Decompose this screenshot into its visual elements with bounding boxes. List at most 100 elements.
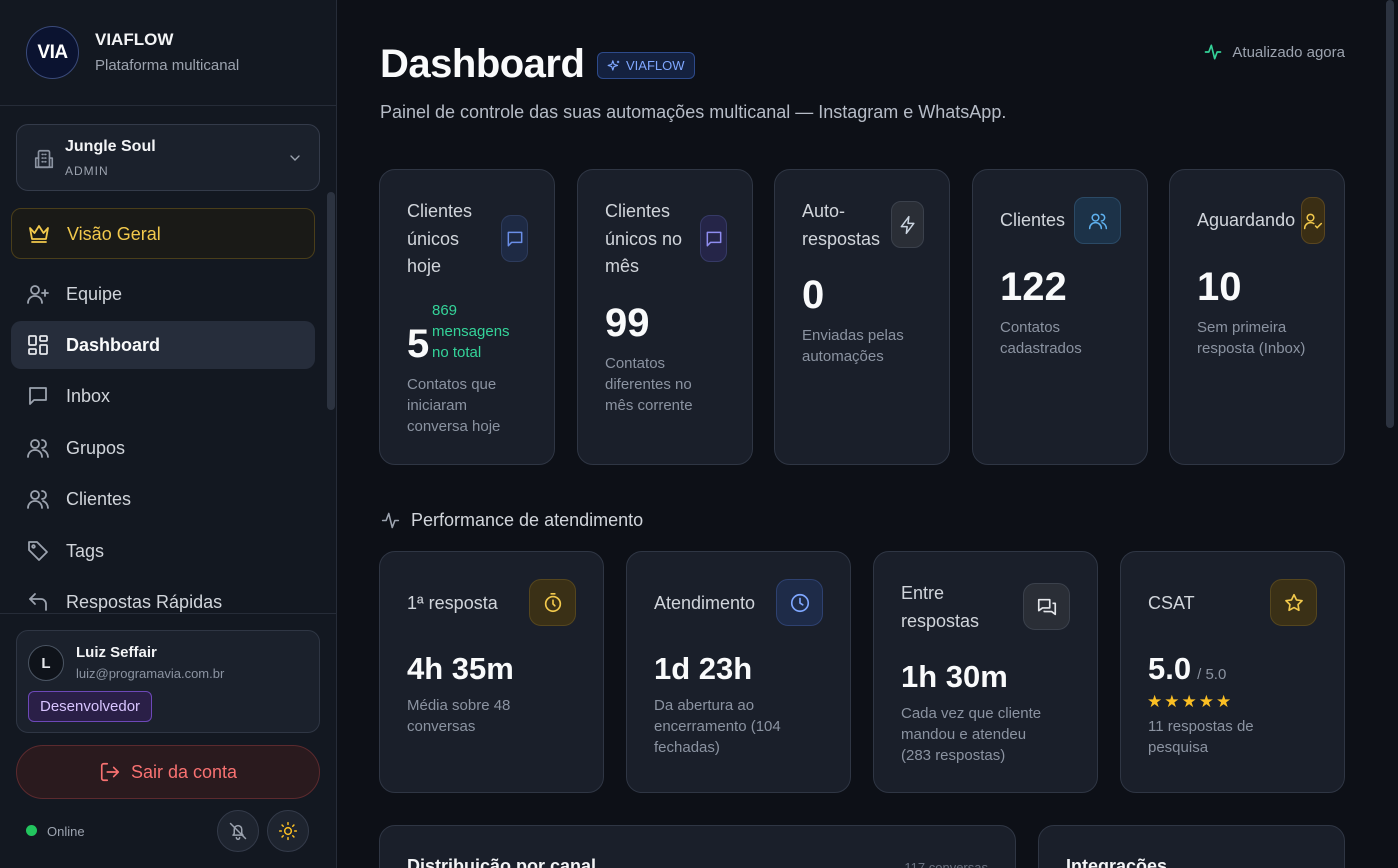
perf-description: Da abertura ao encerramento (104 fechada… (654, 695, 781, 758)
sidebar-item-overview[interactable]: Visão Geral (11, 208, 315, 259)
stat-extra: 869 mensagens no total (432, 300, 510, 363)
updated-status: Atualizado agora (1203, 42, 1345, 62)
stat-label-line: Aguardando (1197, 210, 1296, 230)
message-icon (501, 215, 528, 262)
distribution-title: Distribuição por canal (407, 856, 597, 868)
workspace-selector[interactable]: Jungle Soul ADMIN (16, 124, 320, 191)
activity-icon (1205, 44, 1222, 60)
perf-desc-line: pesquisa (1148, 739, 1209, 756)
sidebar-item-label: Inbox (66, 386, 111, 406)
stat-label-line: únicos (407, 228, 460, 249)
brand-header: VIA VIAFLOW Plataforma multicanal (0, 0, 336, 106)
sidebar-item-inbox[interactable]: Inbox (11, 372, 315, 420)
sidebar-item-dashboard[interactable]: Dashboard (11, 321, 315, 369)
section-title-performance: Performance de atendimento (380, 510, 643, 531)
sidebar-item-label: Tags (66, 541, 105, 561)
stat-desc-line: Enviadas pelas (802, 327, 904, 344)
csat-star-rating: ★ ★ ★ ★ ★ (1147, 693, 1231, 710)
sidebar-item-label: Dashboard (66, 335, 161, 355)
notifications-toggle-button[interactable] (217, 810, 259, 852)
perf-description: 11 respostas de pesquisa (1148, 716, 1254, 758)
main-content: Dashboard VIAFLOW Atualizado agora Paine… (337, 0, 1398, 868)
stat-label-line: hoje (407, 256, 442, 276)
stat-label-line: Clientes (407, 201, 473, 221)
logout-button[interactable]: Sair da conta (16, 745, 320, 799)
app-root: VIA VIAFLOW Plataforma multicanal Jungle… (0, 0, 1398, 868)
sidebar-scrollbar[interactable] (327, 192, 335, 410)
crown-icon (29, 225, 49, 243)
star-filled-icon: ★ (1216, 692, 1232, 711)
perf-desc-line: encerramento (104 (654, 718, 781, 735)
stat-desc-line: Contatos (605, 355, 666, 372)
theme-toggle-button[interactable] (267, 810, 309, 852)
avatar: L (28, 645, 64, 681)
timer-icon (529, 579, 576, 626)
stat-desc-line: resposta (Inbox) (1197, 340, 1306, 357)
sidebar-item-respostas-rapidas[interactable]: Respostas Rápidas (11, 578, 315, 614)
zap-icon (891, 201, 924, 248)
perf-label-line: Entre (901, 583, 945, 603)
stat-description: Sem primeira resposta (Inbox) (1197, 317, 1305, 359)
stat-value: 99 (605, 301, 650, 345)
stat-desc-line: Contatos que (407, 376, 497, 393)
distribution-meta: 117 conversas (904, 860, 988, 868)
stat-desc-line: cadastrados (1000, 340, 1082, 357)
stat-label-line: Clientes (1000, 210, 1066, 230)
stat-desc-line: iniciaram (407, 397, 468, 414)
user-email: luiz@programavia.com.br (76, 666, 225, 681)
main-scrollbar[interactable] (1386, 0, 1394, 428)
stat-label-line: únicos no (605, 228, 683, 249)
bell-off-icon (229, 822, 247, 841)
stat-desc-line: mês corrente (605, 397, 693, 414)
stat-desc-line: diferentes no (605, 376, 692, 393)
stat-label: Clientes únicos no mês (605, 198, 682, 281)
stat-desc-line: conversa hoje (407, 418, 501, 435)
star-filled-icon: ★ (1181, 692, 1197, 711)
perf-card-csat: CSAT 5.0 / 5.0 11 respostas de pesquisa (1120, 551, 1345, 793)
stat-desc-line: Sem primeira (1197, 319, 1287, 336)
stat-description: Contatos que iniciaram conversa hoje (407, 374, 500, 437)
message-square-icon (29, 387, 47, 405)
sidebar-item-label: Respostas Rápidas (66, 592, 223, 612)
updated-label: Atualizado agora (1232, 43, 1345, 61)
stat-card-clientes-hoje: Clientes únicos hoje 5 869 mensagens no … (379, 169, 555, 465)
sidebar-item-equipe[interactable]: Equipe (11, 270, 315, 318)
stat-label: Clientes (1000, 207, 1065, 235)
users-icon (27, 490, 49, 509)
user-name: Luiz Seffair (76, 644, 157, 661)
user-card: L Luiz Seffair luiz@programavia.com.br D… (16, 630, 320, 733)
perf-label: 1ª resposta (407, 589, 498, 617)
sidebar: VIA VIAFLOW Plataforma multicanal Jungle… (0, 0, 337, 868)
sidebar-item-label: Equipe (66, 284, 123, 304)
perf-desc-line: 11 respostas de (1148, 718, 1254, 735)
users-icon (1074, 197, 1121, 244)
page-title: Dashboard (380, 42, 585, 86)
perf-value: 1h 30m (901, 659, 1008, 694)
sidebar-item-grupos[interactable]: Grupos (11, 424, 315, 472)
stat-extra-line: no total (432, 344, 482, 361)
stat-label-line: Clientes (605, 201, 671, 221)
perf-value: 5.0 / 5.0 (1148, 651, 1226, 687)
stat-card-clientes-mes: Clientes únicos no mês 99 Contatos difer… (577, 169, 753, 465)
stat-value: 122 (1000, 265, 1067, 309)
stat-label-line: Auto- (802, 201, 846, 221)
stat-value: 5 (407, 322, 430, 366)
perf-label-line: CSAT (1148, 593, 1195, 613)
sun-icon (278, 821, 298, 841)
sidebar-item-clientes[interactable]: Clientes (11, 475, 315, 523)
section-title-label: Performance de atendimento (411, 510, 644, 530)
workspace-role: ADMIN (65, 164, 109, 178)
perf-label-line: Atendimento (654, 593, 756, 613)
sidebar-item-tags[interactable]: Tags (11, 527, 315, 575)
stat-description: Contatos diferentes no mês corrente (605, 353, 693, 416)
chevron-down-icon (290, 155, 300, 161)
clock-icon (776, 579, 823, 626)
perf-desc-line: Cada vez que cliente (901, 705, 1042, 722)
online-status-dot (26, 825, 37, 836)
star-filled-icon: ★ (1147, 692, 1163, 711)
brand-subtitle: Plataforma multicanal (95, 57, 240, 74)
perf-value: 4h 35m (407, 651, 514, 686)
divider (0, 613, 336, 614)
reply-icon (29, 593, 47, 611)
perf-card-atendimento: Atendimento 1d 23h Da abertura ao encerr… (626, 551, 851, 793)
